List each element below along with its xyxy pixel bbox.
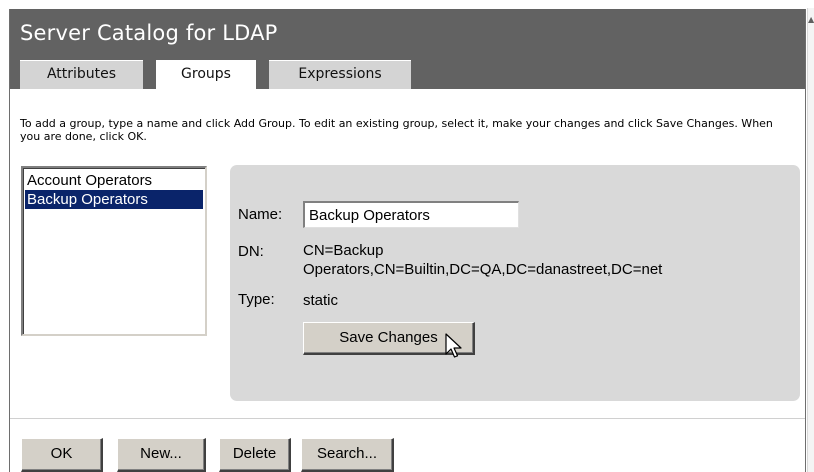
- save-changes-button[interactable]: Save Changes: [303, 322, 475, 355]
- type-label: Type:: [238, 291, 275, 308]
- groups-listbox[interactable]: Account Operators Backup Operators: [21, 166, 207, 336]
- list-item-backup-operators[interactable]: Backup Operators: [25, 190, 203, 209]
- dn-value-line1: CN=Backup: [303, 242, 384, 259]
- instructions-text: To add a group, type a name and click Ad…: [20, 117, 773, 143]
- group-name-input[interactable]: [303, 201, 519, 228]
- dn-label: DN:: [238, 243, 264, 260]
- tab-attributes[interactable]: Attributes: [20, 60, 143, 89]
- search-button[interactable]: Search...: [301, 438, 394, 472]
- tab-expressions[interactable]: Expressions: [269, 60, 411, 89]
- delete-button[interactable]: Delete: [219, 438, 291, 472]
- tab-groups[interactable]: Groups: [156, 60, 256, 90]
- scrollbar[interactable]: ▲: [807, 8, 814, 472]
- type-value: static: [303, 292, 339, 309]
- footer-divider: [10, 418, 805, 419]
- group-details-panel: Name: DN: CN=Backup Operators,CN=Builtin…: [230, 165, 800, 401]
- new-button[interactable]: New...: [117, 438, 206, 472]
- list-item-account-operators[interactable]: Account Operators: [25, 171, 203, 190]
- ok-button[interactable]: OK: [21, 438, 103, 472]
- server-catalog-window: Server Catalog for LDAP Attributes Group…: [9, 9, 806, 472]
- window-title: Server Catalog for LDAP: [20, 21, 278, 45]
- scroll-up-icon[interactable]: ▲: [808, 16, 814, 24]
- dn-value-line2: Operators,CN=Builtin,DC=QA,DC=danastreet…: [303, 261, 663, 278]
- window-header: Server Catalog for LDAP Attributes Group…: [10, 9, 805, 90]
- name-label: Name:: [238, 206, 283, 223]
